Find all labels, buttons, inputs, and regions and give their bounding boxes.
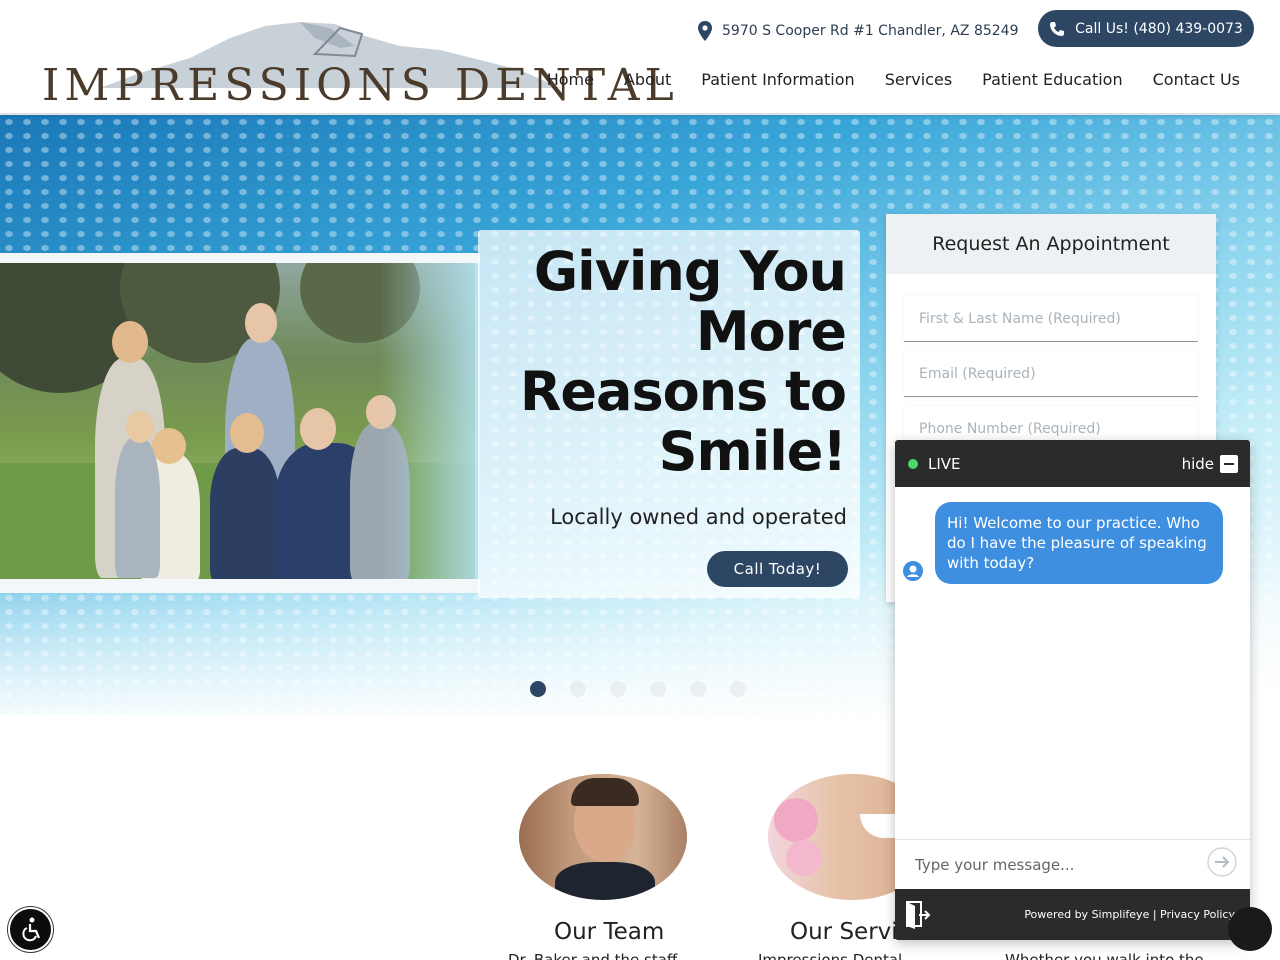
live-chat-widget: LIVE hide Hi! Welcome to our practice. W…	[895, 440, 1250, 940]
slider-dots	[530, 681, 746, 697]
site-header: IMPRESSIONS DENTAL 5970 S Cooper Rd #1 C…	[0, 0, 1280, 114]
photo-edge-fade	[380, 263, 480, 579]
name-field[interactable]: First & Last Name (Required)	[904, 296, 1198, 342]
accessibility-icon	[21, 917, 40, 941]
appointment-title: Request An Appointment	[886, 214, 1216, 274]
chat-header: LIVE hide	[895, 440, 1250, 487]
address-text: 5970 S Cooper Rd #1 Chandler, AZ 85249	[722, 23, 1019, 39]
corner-chat-button[interactable]	[1228, 907, 1272, 951]
nav-about[interactable]: About	[624, 70, 671, 89]
send-arrow-icon[interactable]	[1207, 847, 1237, 877]
hero-heading-line-1: Giving You	[533, 240, 847, 303]
user-avatar-icon	[903, 561, 923, 581]
card-text-team: Dr. Baker and the staff	[508, 951, 678, 960]
minimize-icon	[1220, 454, 1238, 473]
accessibility-button[interactable]	[8, 907, 53, 952]
address[interactable]: 5970 S Cooper Rd #1 Chandler, AZ 85249	[698, 19, 1018, 43]
card-title-team[interactable]: Our Team	[554, 919, 664, 945]
exit-door-icon[interactable]	[905, 900, 931, 930]
nav-services[interactable]: Services	[885, 70, 952, 89]
slider-dot-5[interactable]	[690, 681, 706, 697]
slider-dot-3[interactable]	[610, 681, 626, 697]
phone-icon	[1050, 21, 1065, 36]
card-text-patient-information: Whether you walk into the	[1005, 951, 1204, 960]
hero-heading-line-2: More	[695, 300, 847, 363]
chat-message-input[interactable]: Type your message...	[895, 839, 1250, 889]
site-logo[interactable]: IMPRESSIONS DENTAL	[40, 18, 674, 111]
slider-dot-1[interactable]	[530, 681, 546, 697]
hero-heading-line-3: Reasons to	[519, 360, 847, 423]
main-nav: Home About Patient Information Services …	[547, 70, 1240, 89]
hero-card: Giving You More Reasons to Smile! Locall…	[478, 230, 860, 598]
chat-footer[interactable]: Powered by Simplifeye | Privacy Policy	[895, 889, 1250, 940]
email-field[interactable]: Email (Required)	[904, 351, 1198, 397]
nav-patient-information[interactable]: Patient Information	[701, 70, 854, 89]
call-today-button[interactable]: Call Today!	[707, 551, 848, 587]
map-pin-icon	[698, 21, 712, 41]
call-us-label: Call Us! (480) 439-0073	[1075, 20, 1243, 37]
nav-patient-education[interactable]: Patient Education	[982, 70, 1122, 89]
hero-heading-line-4: Smile!	[658, 420, 847, 483]
live-dot-icon	[908, 458, 918, 469]
call-us-button[interactable]: Call Us! (480) 439-0073	[1038, 10, 1254, 47]
card-text-services: Impressions Dental	[758, 951, 903, 960]
slider-dot-6[interactable]	[730, 681, 746, 697]
chat-live-status: LIVE	[908, 455, 961, 473]
slider-dot-2[interactable]	[570, 681, 586, 697]
nav-home[interactable]: Home	[547, 70, 594, 89]
chat-hide-button[interactable]: hide	[1181, 454, 1238, 473]
hero-subheading: Locally owned and operated	[550, 505, 847, 529]
team-photo[interactable]	[519, 774, 687, 900]
slider-dot-4[interactable]	[650, 681, 666, 697]
hero-heading: Giving You More Reasons to Smile!	[506, 240, 847, 483]
chat-message-bubble: Hi! Welcome to our practice. Who do I ha…	[935, 502, 1223, 584]
nav-contact-us[interactable]: Contact Us	[1153, 70, 1240, 89]
chat-hide-label: hide	[1181, 454, 1214, 473]
chat-status-label: LIVE	[928, 454, 961, 473]
